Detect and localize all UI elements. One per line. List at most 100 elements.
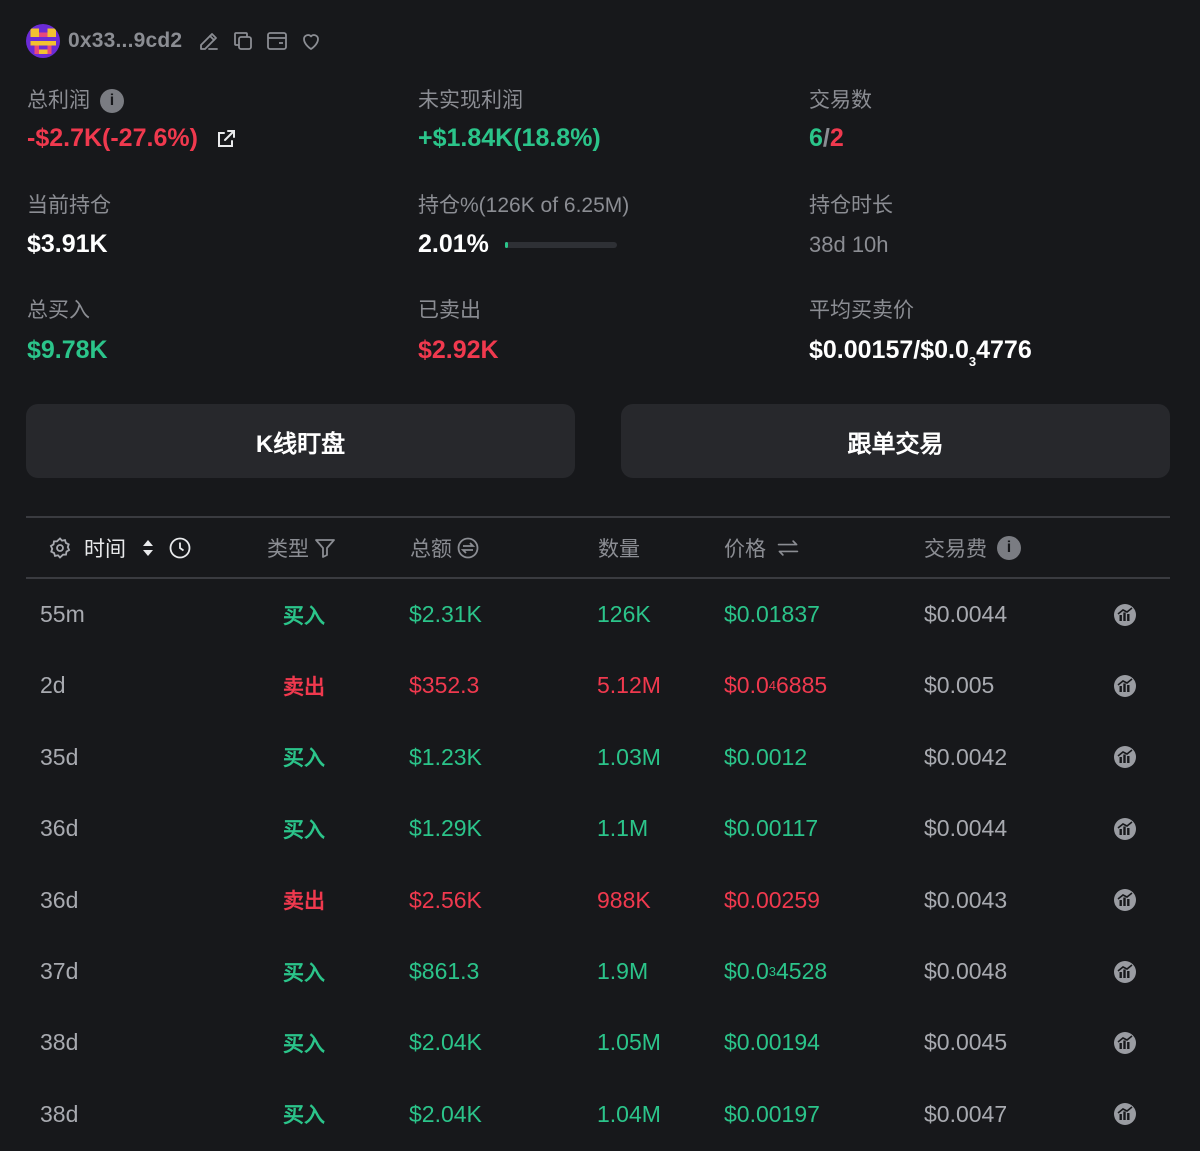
trade-quantity: 5.12M — [597, 672, 661, 699]
trade-fee: $0.0043 — [924, 886, 1008, 913]
trade-type: 卖出 — [283, 890, 325, 914]
trade-quantity: 126K — [597, 601, 651, 627]
trade-quantity: 1.05M — [597, 1029, 661, 1056]
trade-price: $0.0012 — [724, 743, 808, 770]
unrealized-profit-value: +$1.84K(18.8%) — [418, 124, 601, 152]
copy-trade-button[interactable]: 跟单交易 — [621, 404, 1170, 478]
total-profit-value: -$2.7K(-27.6%) — [27, 124, 238, 153]
trade-time: 38d — [40, 1100, 79, 1127]
trade-quantity: 988K — [597, 886, 651, 913]
kline-watch-button[interactable]: K线盯盘 — [26, 404, 575, 478]
avg-price-label: 平均买卖价 — [809, 299, 914, 322]
trade-total: $2.04K — [409, 1029, 482, 1056]
header-total-label: 总额 — [410, 538, 452, 561]
trade-time: 2d — [40, 672, 66, 699]
trade-quantity: 1.03M — [597, 743, 661, 770]
clock-icon[interactable] — [164, 536, 192, 560]
avg-price-value: $0.00157/$0.034776 — [809, 336, 1032, 369]
trade-price: $0.00197 — [724, 1100, 820, 1127]
position-pct-label: 持仓%(126K of 6.25M) — [418, 194, 630, 217]
trade-fee: $0.0048 — [924, 958, 1008, 984]
table-row[interactable]: 2d 卖出 $352.3 5.12M $0.0 4 6885 $0.005 — [26, 650, 1170, 721]
header-type: 类型 — [267, 532, 337, 564]
trade-time: 55m — [40, 601, 85, 627]
table-row[interactable]: 35d 买入 $1.23K 1.03M $0.0012 $0.0042 — [26, 722, 1170, 793]
trade-type: 买入 — [283, 1032, 325, 1056]
table-row[interactable]: 37d 买入 $861.3 1.9M $0.0 3 4528 $0.0048 — [26, 936, 1170, 1007]
table-divider — [26, 516, 1170, 518]
trade-total: $2.04K — [409, 1100, 482, 1127]
trade-count-label: 交易数 — [809, 89, 872, 112]
trade-quantity: 1.1M — [597, 815, 649, 842]
table-row[interactable]: 38d 买入 $2.04K 1.04M $0.00197 $0.0047 — [26, 1079, 1170, 1150]
trade-total: $1.29K — [409, 815, 482, 842]
table-row[interactable]: 55m 买入 $2.31K 126K $0.01837 $0.0044 — [26, 579, 1170, 650]
edit-icon[interactable] — [196, 28, 222, 54]
trade-fee: $0.0044 — [924, 601, 1008, 627]
trade-time: 37d — [40, 958, 79, 984]
chart-icon[interactable] — [1113, 722, 1137, 793]
trade-total: $2.56K — [409, 886, 482, 913]
wallet-address[interactable]: 0x33...9cd2 — [68, 29, 182, 53]
position-pct-value: 2.01% — [418, 230, 617, 259]
external-link-icon[interactable] — [214, 127, 238, 151]
trade-time: 36d — [40, 815, 79, 842]
header-fee-label: 交易费 — [924, 538, 987, 561]
trade-price: $0.01837 — [724, 601, 820, 627]
chart-icon[interactable] — [1113, 650, 1137, 721]
header-fee: 交易费 i — [924, 532, 1021, 564]
chart-icon[interactable] — [1113, 793, 1137, 864]
trade-total: $1.23K — [409, 743, 482, 770]
current-position-value: $3.91K — [27, 230, 108, 258]
header-type-label: 类型 — [267, 538, 309, 561]
trade-type: 买入 — [283, 961, 325, 985]
total-bought-value: $9.78K — [27, 336, 108, 364]
trade-total: $2.31K — [409, 601, 482, 627]
trade-quantity: 1.9M — [597, 958, 649, 984]
header-price-label: 价格 — [724, 538, 766, 561]
wallet-icon[interactable] — [264, 28, 290, 54]
currency-toggle-icon[interactable] — [452, 536, 480, 560]
table-row[interactable]: 36d 卖出 $2.56K 988K $0.00259 $0.0043 — [26, 865, 1170, 936]
total-bought-label: 总买入 — [27, 299, 90, 322]
trade-fee: $0.0047 — [924, 1100, 1008, 1127]
header-qty: 数量 — [598, 538, 640, 561]
chart-icon[interactable] — [1113, 936, 1137, 1007]
chart-icon[interactable] — [1113, 1007, 1137, 1078]
info-icon[interactable]: i — [997, 536, 1021, 560]
chart-icon[interactable] — [1113, 865, 1137, 936]
header-total: 总额 — [410, 532, 480, 564]
header-time-label[interactable]: 时间 — [84, 533, 126, 563]
chart-icon[interactable] — [1113, 579, 1137, 650]
table-row[interactable]: 38d 买入 $2.04K 1.05M $0.00194 $0.0045 — [26, 1007, 1170, 1078]
heart-icon[interactable] — [298, 28, 324, 54]
trade-time: 36d — [40, 886, 79, 913]
trade-type: 买入 — [283, 818, 325, 842]
settings-icon[interactable] — [44, 536, 72, 560]
sold-value: $2.92K — [418, 336, 499, 364]
trade-fee: $0.0042 — [924, 743, 1008, 770]
avatar[interactable] — [26, 24, 60, 58]
sold-label: 已卖出 — [418, 299, 481, 322]
info-icon[interactable]: i — [100, 89, 124, 114]
copy-icon[interactable] — [230, 28, 256, 54]
trade-quantity: 1.04M — [597, 1100, 661, 1127]
trade-type: 买入 — [283, 747, 325, 771]
trade-total: $861.3 — [409, 958, 480, 984]
position-progress-bar — [504, 241, 617, 248]
trade-price: $0.00117 — [724, 815, 819, 842]
trade-fee: $0.0045 — [924, 1029, 1008, 1056]
table-row[interactable]: 36d 买入 $1.29K 1.1M $0.00117 $0.0044 — [26, 793, 1170, 864]
trade-price: $0.00194 — [724, 1029, 820, 1056]
header-price: 价格 — [724, 532, 800, 564]
chart-icon[interactable] — [1113, 1079, 1137, 1150]
swap-icon[interactable] — [772, 536, 800, 560]
sort-icon[interactable] — [132, 536, 160, 560]
trade-fee: $0.005 — [924, 672, 995, 699]
trade-count-value: 6/2 — [809, 124, 844, 152]
current-position-label: 当前持仓 — [27, 194, 111, 217]
holding-time-value: 38d 10h — [809, 232, 889, 257]
trade-time: 35d — [40, 743, 79, 770]
trade-total: $352.3 — [409, 672, 480, 699]
filter-icon[interactable] — [309, 536, 337, 560]
